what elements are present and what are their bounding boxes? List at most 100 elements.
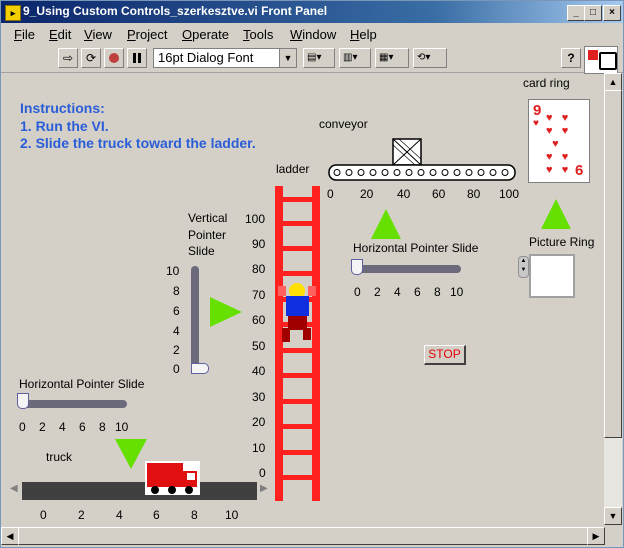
font-select[interactable]: 16pt Dialog Font ▼ — [153, 48, 297, 68]
ladder-tick: 100 — [245, 212, 266, 226]
ladder-label: ladder — [276, 162, 310, 176]
ladder-tick: 90 — [252, 237, 266, 251]
front-panel-window: ▸ 9_Using Custom Controls_szerkesztve.vi… — [0, 0, 624, 548]
truck-tick: 10 — [225, 508, 239, 522]
ladder-tick: 10 — [252, 441, 266, 455]
vslide-tick: 8 — [173, 284, 180, 298]
menu-help[interactable]: Help — [350, 27, 377, 42]
instructions-heading: Instructions: — [20, 100, 105, 116]
vertical-scrollbar[interactable]: ▲ ▼ — [604, 73, 622, 525]
minimize-button[interactable]: _ — [567, 5, 585, 21]
horizontal-scrollbar[interactable]: ◀ ▶ — [1, 527, 605, 545]
truck-tick: 2 — [78, 508, 85, 522]
ladder-tick: 60 — [252, 313, 266, 327]
vslide-track[interactable] — [191, 266, 199, 372]
hslide-left-tick: 0 — [19, 420, 26, 434]
ladder-tick: 20 — [252, 415, 266, 429]
card-rank-top: 9 — [533, 102, 542, 119]
labview-vi-icon: ▸ — [5, 5, 21, 21]
vslide-label-line-3: Slide — [188, 244, 215, 258]
vi-icon-graphic — [588, 50, 598, 60]
resize-objects-button[interactable]: ▦▾ — [375, 48, 409, 68]
down-arrow-icon — [115, 439, 147, 469]
conveyor-slide[interactable] — [327, 137, 519, 185]
menu-window[interactable]: Window — [290, 27, 336, 42]
ladder-tick: 70 — [252, 288, 266, 302]
scroll-up-icon[interactable]: ▲ — [604, 73, 622, 91]
hslide-left-tick: 2 — [39, 420, 46, 434]
scroll-right-icon[interactable]: ▶ — [587, 527, 605, 545]
run-arrow-icon[interactable]: ⇨ — [58, 48, 78, 68]
font-select-value: 16pt Dialog Font — [158, 50, 254, 65]
climber-figure[interactable] — [278, 283, 316, 342]
align-objects-button[interactable]: ▤▾ — [303, 48, 335, 68]
vslide-tick: 4 — [173, 324, 180, 338]
menu-project[interactable]: Project — [127, 27, 167, 42]
ladder-tick: 80 — [252, 262, 266, 276]
hslide-left-track[interactable] — [21, 400, 127, 408]
vi-icon[interactable] — [584, 46, 618, 74]
vertical-scroll-thumb[interactable] — [604, 90, 622, 438]
vslide-tick: 6 — [173, 304, 180, 318]
menu-edit[interactable]: Edit — [49, 27, 71, 42]
hslide-right-track[interactable] — [355, 265, 461, 273]
instructions-step-2: 2. Slide the truck toward the ladder. — [20, 135, 256, 151]
menu-bar: File Edit View Project Operate Tools Win… — [1, 24, 623, 44]
conveyor-box[interactable] — [392, 138, 422, 166]
abort-icon[interactable] — [104, 48, 124, 68]
ladder-tick: 0 — [259, 466, 266, 480]
context-help-button[interactable]: ? — [561, 48, 581, 68]
truck-slider-thumb[interactable] — [145, 461, 201, 497]
right-arrow-icon — [210, 297, 242, 327]
ladder-slide[interactable] — [274, 186, 322, 502]
close-button[interactable]: × — [603, 5, 621, 21]
conveyor-tick: 100 — [499, 187, 520, 201]
instructions-step-1: 1. Run the VI. — [20, 118, 109, 134]
horizontal-scroll-thumb[interactable] — [18, 527, 588, 545]
scroll-left-icon[interactable]: ◀ — [1, 527, 19, 545]
scroll-down-icon[interactable]: ▼ — [604, 507, 622, 525]
size-grip[interactable] — [605, 528, 622, 545]
toolbar: ⇨ ⟳ 16pt Dialog Font ▼ ▤▾ ▥▾ ▦▾ ⟲▾ ? — [1, 44, 623, 74]
truck-tick: 4 — [116, 508, 123, 522]
conveyor-tick: 60 — [432, 187, 446, 201]
card-ring[interactable]: 9 6 ♥ ♥ ♥ ♥ ♥ ♥ ♥ ♥ ♥ ♥ — [528, 99, 590, 183]
reorder-button[interactable]: ⟲▾ — [413, 48, 447, 68]
chevron-down-icon: ▼ — [279, 49, 296, 67]
hslide-right-thumb[interactable] — [351, 259, 363, 275]
hslide-right-tick: 6 — [414, 285, 421, 299]
hslide-right-tick: 2 — [374, 285, 381, 299]
menu-file[interactable]: File — [14, 27, 35, 42]
vslide-tick: 2 — [173, 343, 180, 357]
truck-increment-icon[interactable]: ▶ — [260, 483, 268, 497]
maximize-button[interactable]: □ — [584, 5, 602, 21]
truck-decrement-icon[interactable]: ◀ — [10, 483, 18, 497]
truck-road-track[interactable] — [22, 482, 257, 500]
vslide-thumb[interactable] — [191, 363, 209, 374]
picture-ring-increment[interactable]: ▲ ▼ — [518, 256, 529, 278]
ladder-tick: 40 — [252, 364, 266, 378]
connector-pane-icon — [599, 52, 617, 70]
hslide-right-tick: 10 — [450, 285, 464, 299]
window-title: 9_Using Custom Controls_szerkesztve.vi F… — [23, 4, 328, 18]
picture-ring[interactable] — [529, 254, 575, 298]
run-continuously-icon[interactable]: ⟳ — [81, 48, 101, 68]
distribute-objects-button[interactable]: ▥▾ — [339, 48, 371, 68]
pause-icon[interactable] — [127, 48, 147, 68]
menu-operate[interactable]: Operate — [182, 27, 229, 42]
title-bar[interactable]: ▸ 9_Using Custom Controls_szerkesztve.vi… — [1, 1, 623, 23]
hslide-right-tick: 8 — [434, 285, 441, 299]
hslide-left-thumb[interactable] — [17, 393, 29, 409]
conveyor-tick: 40 — [397, 187, 411, 201]
truck-tick: 6 — [153, 508, 160, 522]
menu-view[interactable]: View — [84, 27, 112, 42]
truck-label: truck — [46, 450, 73, 464]
menu-tools[interactable]: Tools — [243, 27, 273, 42]
stop-button[interactable]: STOP — [424, 345, 466, 365]
vslide-label-line-2: Pointer — [188, 228, 227, 242]
hslide-right-label: Horizontal Pointer Slide — [353, 241, 479, 255]
heart-pips-icon: ♥ ♥ ♥ ♥ ♥ ♥ ♥ ♥ ♥ — [546, 112, 569, 176]
vslide-tick: 10 — [166, 264, 180, 278]
ladder-tick: 30 — [252, 390, 266, 404]
hslide-right-tick: 0 — [354, 285, 361, 299]
